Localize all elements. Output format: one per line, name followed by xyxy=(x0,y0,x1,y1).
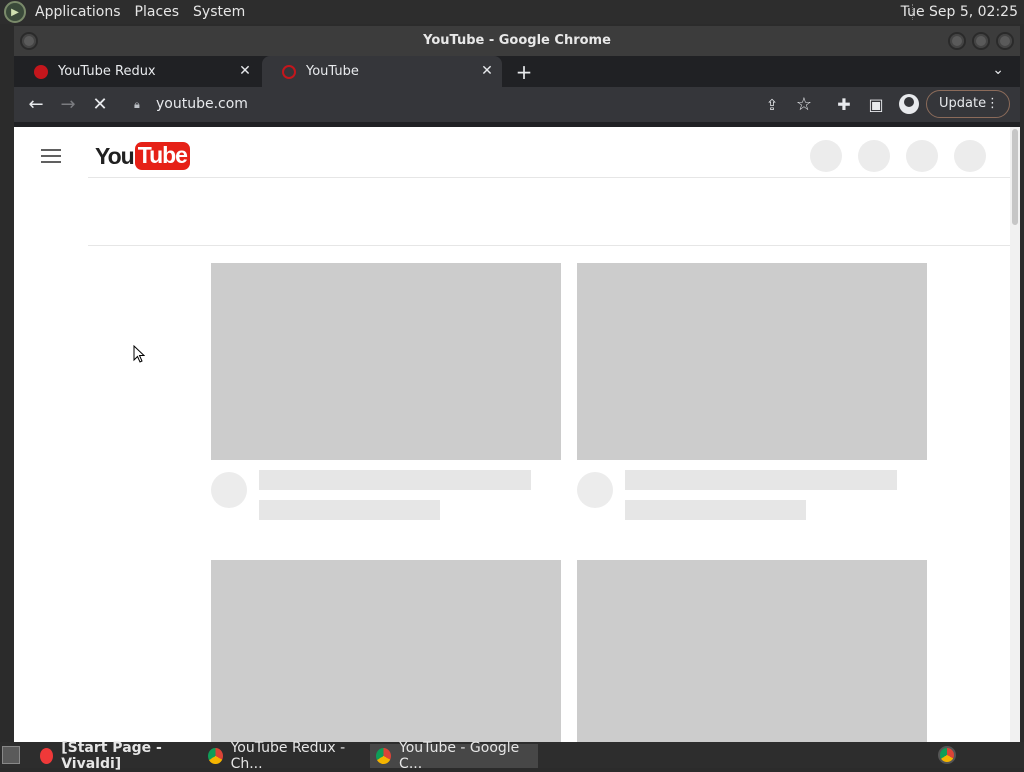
title-placeholder xyxy=(625,470,897,490)
youtube-redux-favicon-icon xyxy=(34,64,48,79)
back-arrow-icon[interactable]: ← xyxy=(24,93,48,117)
minimize-button[interactable] xyxy=(948,32,966,50)
bookmark-star-icon[interactable]: ☆ xyxy=(792,93,816,117)
divider xyxy=(88,245,1010,246)
scrollbar[interactable] xyxy=(1010,127,1020,742)
chrome-icon xyxy=(376,748,392,764)
url-text: youtube.com xyxy=(156,96,248,112)
profile-avatar-icon[interactable] xyxy=(899,94,919,114)
taskbar: [Start Page - Vivaldi] YouTube Redux - C… xyxy=(0,740,1024,772)
panel-menu: Applications Places System xyxy=(28,0,252,24)
logo-tube: Tube xyxy=(134,142,190,170)
tab-youtube[interactable]: YouTube ✕ xyxy=(262,56,502,87)
channel-avatar-placeholder xyxy=(211,472,247,508)
header-placeholder-circle xyxy=(954,140,986,172)
update-button[interactable]: Update ⋮ xyxy=(926,90,1010,118)
close-tab-icon[interactable]: ✕ xyxy=(236,62,254,80)
forward-arrow-icon[interactable]: → xyxy=(56,93,80,117)
youtube-logo[interactable]: You Tube xyxy=(95,140,190,172)
vivaldi-icon xyxy=(40,748,54,764)
taskbar-item-label: YouTube - Google C... xyxy=(399,740,520,772)
scrollbar-thumb[interactable] xyxy=(1012,129,1018,225)
system-menu[interactable]: System xyxy=(186,0,252,24)
tab-title: YouTube xyxy=(306,64,359,79)
taskbar-item-youtube-redux[interactable]: YouTube Redux - Ch... xyxy=(202,740,368,772)
mouse-cursor-icon xyxy=(133,345,145,363)
loading-favicon-icon xyxy=(282,64,296,79)
top-panel: ▶ Applications Places System Tue Sep 5, … xyxy=(0,0,1024,24)
hamburger-menu-icon[interactable] xyxy=(41,149,61,167)
page-viewport: You Tube xyxy=(14,127,1020,742)
lock-icon[interactable]: 🔒︎ xyxy=(134,91,146,118)
clock[interactable]: Tue Sep 5, 02:25 xyxy=(901,0,1018,24)
logo-you: You xyxy=(95,142,135,169)
taskbar-item-label: [Start Page - Vivaldi] xyxy=(61,740,162,772)
kebab-menu-icon[interactable]: ⋮ xyxy=(986,91,999,117)
side-panel-icon[interactable]: ▣ xyxy=(864,93,888,117)
window-menu-button[interactable] xyxy=(20,32,38,50)
tab-title: YouTube Redux xyxy=(58,64,156,79)
applications-menu[interactable]: Applications xyxy=(28,0,128,24)
window-title: YouTube - Google Chrome xyxy=(423,33,611,48)
close-window-button[interactable] xyxy=(996,32,1014,50)
extensions-puzzle-icon[interactable]: ✚ xyxy=(832,93,856,117)
header-placeholder-circle xyxy=(810,140,842,172)
stop-loading-icon[interactable]: ✕ xyxy=(88,93,112,117)
close-tab-icon[interactable]: ✕ xyxy=(478,62,496,80)
taskbar-item-vivaldi[interactable]: [Start Page - Vivaldi] xyxy=(34,740,198,772)
taskbar-item-youtube-chrome[interactable]: YouTube - Google C... xyxy=(370,740,538,772)
divider xyxy=(88,177,1010,178)
share-icon[interactable]: ⇪ xyxy=(760,93,784,117)
taskbar-item-label: YouTube Redux - Ch... xyxy=(230,740,346,772)
new-tab-button[interactable]: + xyxy=(512,60,536,84)
video-thumbnail-placeholder xyxy=(211,263,561,460)
maximize-button[interactable] xyxy=(972,32,990,50)
chrome-icon xyxy=(208,748,223,764)
chrome-window: YouTube - Google Chrome YouTube Redux ✕ … xyxy=(14,26,1020,742)
tab-youtube-redux[interactable]: YouTube Redux ✕ xyxy=(14,56,260,87)
video-thumbnail-placeholder xyxy=(577,560,927,742)
header-placeholder-circle xyxy=(906,140,938,172)
header-placeholder-circle xyxy=(858,140,890,172)
show-desktop-icon[interactable] xyxy=(2,746,20,764)
meta-placeholder xyxy=(259,500,440,520)
video-thumbnail-placeholder xyxy=(577,263,927,460)
tab-search-chevron-icon[interactable]: ⌄ xyxy=(992,62,1004,78)
update-label: Update xyxy=(939,96,987,111)
title-placeholder xyxy=(259,470,531,490)
chrome-tray-icon[interactable] xyxy=(938,746,956,764)
address-bar[interactable]: 🔒︎ youtube.com xyxy=(124,91,814,118)
browser-toolbar: ← → ✕ 🔒︎ youtube.com ⇪ ☆ ✚ ▣ Update ⋮ xyxy=(14,87,1020,122)
channel-avatar-placeholder xyxy=(577,472,613,508)
window-titlebar[interactable]: YouTube - Google Chrome xyxy=(14,26,1020,56)
distro-menu-icon[interactable]: ▶ xyxy=(4,1,26,23)
video-thumbnail-placeholder xyxy=(211,560,561,742)
tab-strip: YouTube Redux ✕ YouTube ✕ + ⌄ xyxy=(14,56,1020,87)
places-menu[interactable]: Places xyxy=(128,0,187,24)
meta-placeholder xyxy=(625,500,806,520)
